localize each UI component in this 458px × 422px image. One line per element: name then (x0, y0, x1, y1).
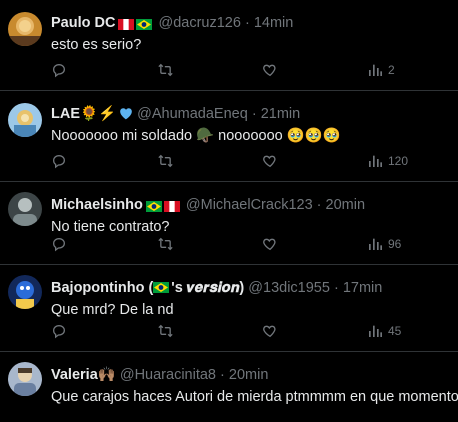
reply-icon (52, 154, 66, 169)
views-button[interactable]: 45 (367, 321, 401, 341)
views-chart-icon (369, 64, 382, 76)
name-badges (118, 16, 154, 34)
separator: · (333, 280, 339, 296)
retweet-icon (158, 154, 173, 168)
reply-button[interactable] (51, 60, 67, 80)
tweet-text: Nooooooo mi soldado 🪖 nooooooo 🥹🥹🥹 (51, 128, 341, 144)
timestamp[interactable]: 21min (261, 106, 301, 122)
user-handle[interactable]: @Huaracinita8 (120, 367, 216, 383)
tweet-header: Bajopontinho ( 's 𝒗𝒆𝒓𝒔𝒊𝒐𝒏) @13dic1955 · 1… (51, 279, 452, 297)
heart-icon (263, 155, 276, 168)
avatar[interactable] (8, 362, 42, 396)
views-button[interactable]: 96 (367, 234, 401, 254)
display-name[interactable]: Bajopontinho ( (51, 280, 153, 296)
views-chart-icon (369, 155, 382, 167)
tweet[interactable]: LAE🌻⚡️ @AhumadaEneq · 21min Nooooooo mi … (0, 91, 458, 182)
reply-icon (52, 237, 66, 252)
views-count: 45 (388, 324, 402, 338)
tweet-text: esto es serio? (51, 37, 142, 53)
avatar[interactable] (8, 192, 42, 226)
brazil-flag-icon (153, 282, 170, 293)
tweet[interactable]: Paulo DC @dacruz126 · 14min esto es seri… (0, 0, 458, 91)
user-handle[interactable]: @13dic1955 (248, 280, 330, 296)
views-count: 2 (388, 63, 395, 77)
name-emoji: 🌻⚡️ (80, 106, 117, 122)
views-button[interactable]: 2 (367, 60, 395, 80)
views-chart-icon (369, 238, 382, 250)
timestamp[interactable]: 17min (343, 280, 383, 296)
display-name[interactable]: LAE (51, 106, 80, 122)
separator: · (220, 367, 225, 383)
timestamp[interactable]: 14min (254, 15, 294, 31)
display-name[interactable]: Valeria (51, 367, 98, 383)
heart-icon (263, 325, 276, 338)
retweet-button[interactable] (157, 234, 174, 254)
tweet-header: Michaelsinho @MichaelCrack123 · 20min (51, 196, 452, 214)
user-handle[interactable]: @AhumadaEneq (137, 106, 248, 122)
tweet-actions: 2 (51, 60, 458, 80)
separator: · (251, 106, 257, 122)
display-name-suffix[interactable]: 's 𝒗𝒆𝒓𝒔𝒊𝒐𝒏) (171, 280, 244, 296)
tweet[interactable]: Valeria🙌🏽 @Huaracinita8 · 20min Que cara… (0, 352, 458, 422)
tweet[interactable]: Bajopontinho ( 's 𝒗𝒆𝒓𝒔𝒊𝒐𝒏) @13dic1955 · 1… (0, 265, 458, 352)
retweet-icon (158, 63, 173, 77)
tweet-text: Que carajos haces Autori de mierda ptmmm… (51, 389, 458, 405)
reply-button[interactable] (51, 321, 67, 341)
avatar[interactable] (8, 275, 42, 309)
tweet-actions: 96 (51, 234, 458, 254)
name-emoji: 🙌🏽 (97, 367, 116, 383)
tweet[interactable]: Michaelsinho @MichaelCrack123 · 20min No… (0, 182, 458, 265)
views-chart-icon (369, 325, 382, 337)
separator: · (244, 15, 250, 31)
blue-heart-icon (120, 108, 132, 120)
heart-icon (263, 238, 276, 251)
like-button[interactable] (262, 151, 278, 171)
timestamp[interactable]: 20min (229, 367, 269, 383)
separator: · (316, 197, 322, 213)
views-count: 96 (388, 237, 402, 251)
display-name[interactable]: Michaelsinho (51, 197, 143, 213)
reply-button[interactable] (51, 234, 67, 254)
tweet-text: Que mrd? De la nd (51, 302, 174, 318)
user-handle[interactable]: @dacruz126 (158, 15, 240, 31)
reply-icon (52, 63, 66, 78)
brazil-flag-icon (136, 19, 153, 30)
name-badges (145, 198, 182, 216)
views-count: 120 (388, 154, 409, 168)
avatar[interactable] (8, 12, 42, 46)
retweet-icon (158, 324, 173, 338)
peru-flag-icon (163, 201, 180, 212)
retweet-button[interactable] (157, 321, 174, 341)
tweet-header: Valeria🙌🏽 @Huaracinita8 · 20min (51, 366, 452, 384)
tweet-actions: 120 (51, 151, 458, 171)
timestamp[interactable]: 20min (326, 197, 366, 213)
like-button[interactable] (262, 234, 278, 254)
like-button[interactable] (262, 60, 278, 80)
reply-button[interactable] (51, 151, 67, 171)
peru-flag-icon (118, 19, 135, 30)
tweet-header: Paulo DC @dacruz126 · 14min (51, 14, 452, 32)
name-badges (119, 107, 133, 125)
heart-icon (263, 64, 276, 77)
retweet-icon (158, 237, 173, 251)
tweet-header: LAE🌻⚡️ @AhumadaEneq · 21min (51, 105, 452, 123)
retweet-button[interactable] (157, 151, 174, 171)
like-button[interactable] (262, 321, 278, 341)
display-name[interactable]: Paulo DC (51, 15, 115, 31)
user-handle[interactable]: @MichaelCrack123 (186, 197, 313, 213)
retweet-button[interactable] (157, 60, 174, 80)
brazil-flag-icon (145, 201, 162, 212)
tweet-actions: 45 (51, 321, 458, 341)
views-button[interactable]: 120 (367, 151, 408, 171)
reply-icon (52, 324, 66, 339)
avatar[interactable] (8, 103, 42, 137)
